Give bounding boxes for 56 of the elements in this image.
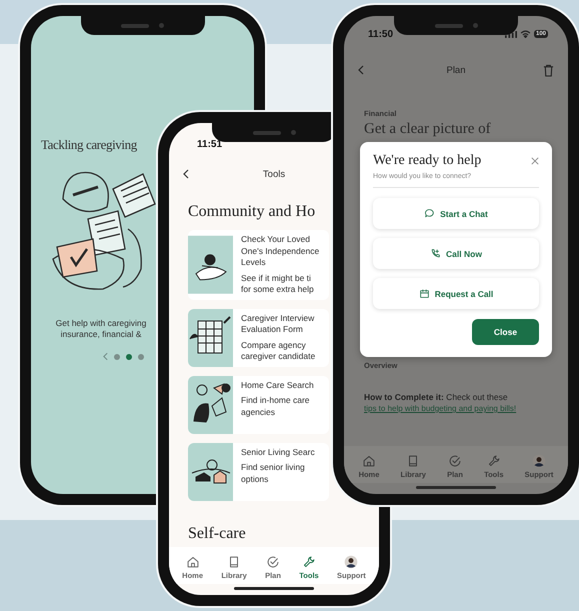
avatar-icon <box>532 454 546 468</box>
illustration-drawing <box>188 376 233 434</box>
section-title: Self-care <box>188 524 247 542</box>
screen-title: Plan <box>446 64 466 76</box>
onboarding-caption: Get help with caregiving <box>56 318 146 329</box>
card-title: Caregiver Interview <box>241 312 316 324</box>
page-dot[interactable] <box>114 354 120 360</box>
illustration-drawing <box>188 308 233 366</box>
wrench-icon <box>486 454 501 468</box>
tool-card[interactable]: Home Care Search Find in-home care agencies <box>188 376 329 434</box>
card-description: Compare agency <box>241 340 307 351</box>
page-dot[interactable] <box>126 354 132 360</box>
instruction-text: How to Complete it: Check out these <box>364 392 509 402</box>
page-dot[interactable] <box>138 354 144 360</box>
home-icon <box>186 555 200 569</box>
card-description: options <box>241 474 270 485</box>
tool-card[interactable]: Senior Living Searc Find senior living options <box>188 442 329 500</box>
back-icon[interactable] <box>183 169 189 179</box>
screen-title: Tools <box>262 168 286 180</box>
dialog-title: We're ready to help <box>373 153 482 169</box>
card-description: for some extra help <box>241 284 315 296</box>
chevron-left-icon[interactable] <box>103 352 108 361</box>
onboarding-title: Tackling caregiving <box>41 137 137 153</box>
card-description: agencies <box>241 406 276 418</box>
card-title: Check Your Loved <box>241 234 311 246</box>
card-description: caregiver candidate <box>241 351 316 362</box>
illustration-drawing <box>188 442 233 500</box>
request-call-button[interactable]: Request a Call <box>373 278 539 309</box>
avatar-icon <box>344 555 358 569</box>
home-icon <box>362 454 376 468</box>
calendar-icon <box>418 288 430 299</box>
card-title: Levels <box>241 257 267 268</box>
wrench-icon <box>302 555 316 569</box>
card-description: Find in-home care <box>241 395 311 406</box>
call-button[interactable]: Call Now <box>373 238 539 269</box>
chat-bubble-icon <box>424 208 436 219</box>
card-title: One's Independence <box>241 246 320 257</box>
phone-icon <box>430 248 442 259</box>
section-title: Community and Ho <box>188 203 316 221</box>
chat-button[interactable]: Start a Chat <box>373 198 539 229</box>
status-time: 11:50 <box>368 28 394 40</box>
trash-icon[interactable] <box>543 64 554 76</box>
card-description: Find senior living <box>241 462 306 474</box>
card-title: Evaluation Form <box>241 324 304 336</box>
card-description: See if it might be ti <box>241 272 312 284</box>
tool-card[interactable]: Caregiver Interview Evaluation Form Compare agency caregiver candidate <box>188 308 329 366</box>
card-title: Senior Living Searc <box>241 446 315 458</box>
status-time: 11:51 <box>197 139 222 150</box>
signal-icon <box>504 30 517 38</box>
card-title: Home Care Search <box>241 380 314 391</box>
plan-heading: Get a clear picture of <box>364 121 492 138</box>
onboarding-caption: insurance, financial & <box>60 329 142 340</box>
tool-card[interactable]: Check Your Loved One's Independence Levels See if it might be ti for some extra help <box>188 230 329 300</box>
wifi-icon <box>520 30 531 38</box>
close-button[interactable]: Close <box>472 319 539 345</box>
close-icon[interactable] <box>531 157 539 165</box>
